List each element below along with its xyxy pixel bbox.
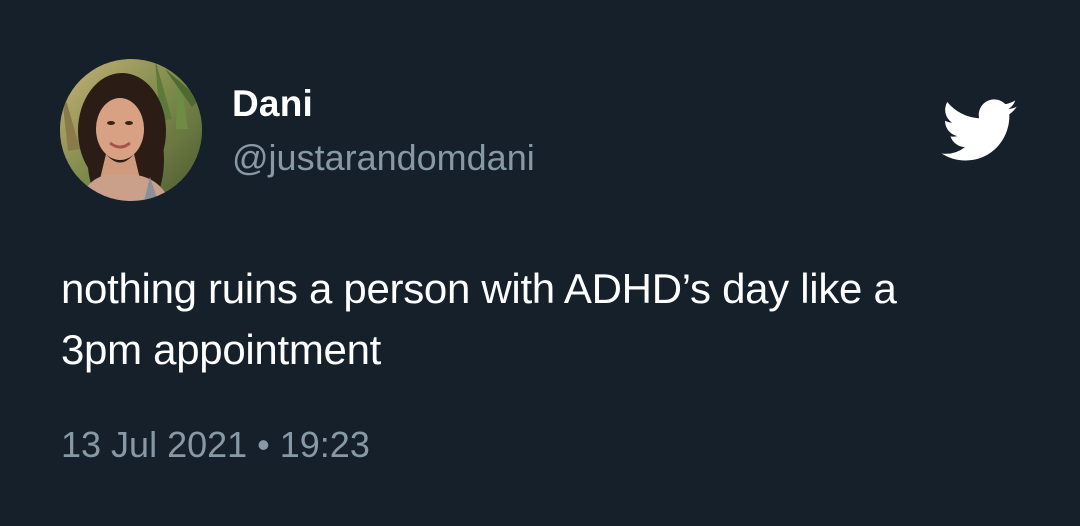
tweet-time: 19:23 (279, 424, 370, 465)
twitter-bird-icon-glyph (941, 99, 1018, 161)
tweet-text-line: nothing ruins a person with ADHD’s day l… (61, 265, 897, 312)
tweet-text-line: 3pm appointment (61, 326, 382, 373)
twitter-bird-icon (941, 99, 1019, 163)
author-display-name[interactable]: Dani (232, 82, 313, 126)
tweet-card: Dani @justarandomdani nothing ruins a pe… (0, 0, 1080, 526)
author-handle[interactable]: @justarandomdani (232, 136, 535, 180)
tweet-timestamp[interactable]: 13 Jul 2021 • 19:23 (61, 423, 370, 467)
author-avatar[interactable] (60, 59, 202, 201)
tweet-date: 13 Jul 2021 (61, 424, 248, 465)
tweet-text: nothing ruins a person with ADHD’s day l… (61, 258, 1021, 380)
avatar-photo-icon (60, 59, 202, 201)
meta-separator: • (257, 424, 270, 465)
